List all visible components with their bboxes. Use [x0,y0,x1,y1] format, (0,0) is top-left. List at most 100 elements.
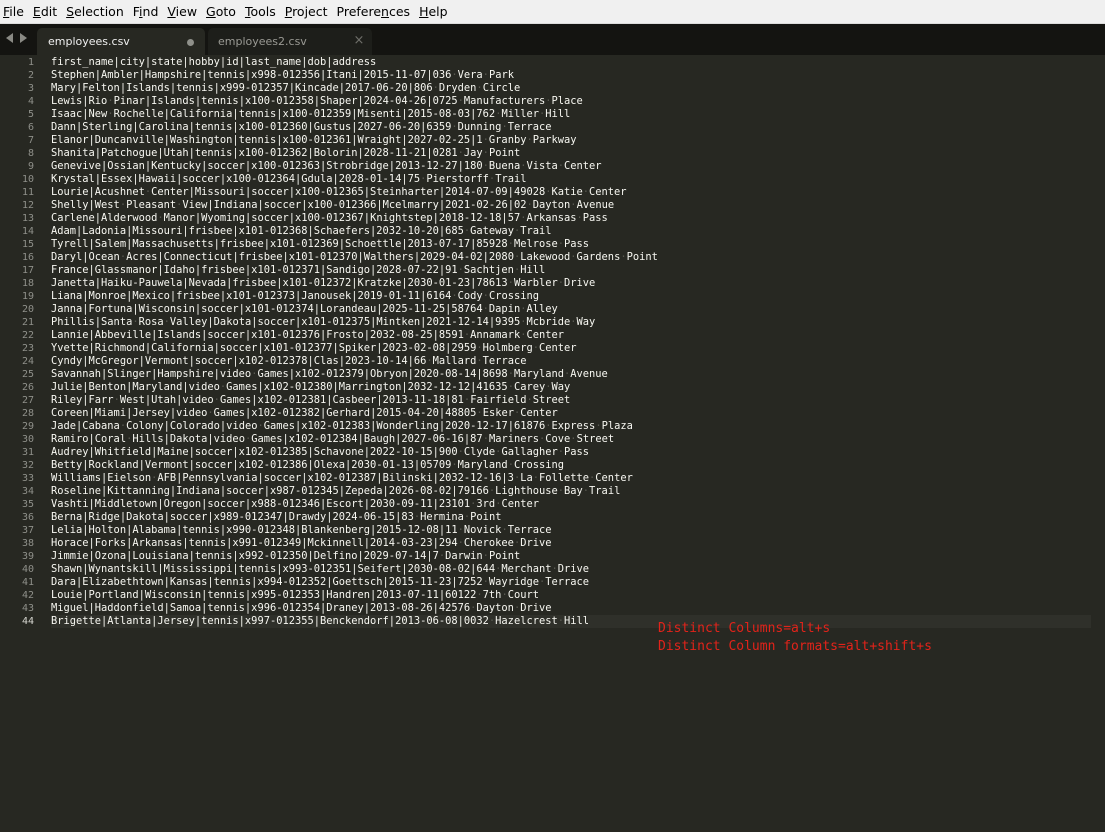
arrow-left-icon[interactable] [6,33,13,43]
line-number: 7 [27,135,34,146]
line-number: 10 [21,174,34,185]
line-number: 15 [21,239,34,250]
editor-pane[interactable]: 1 2 3 4 5 6 7 8 9 10 11 12 13 14 15 16 17 18 19 20 21 22 23 24 2… [0,55,1105,832]
line-number: 9 [27,161,34,172]
code-line[interactable]: Krystal|Essex|Hawaii|soccer|x100-012364|… [51,173,1091,186]
code-line[interactable]: Elanor|Duncanville|Washington|tennis|x10… [51,134,1091,147]
code-line[interactable]: Janetta|Haiku-Pauwela|Nevada|frisbee|x10… [51,277,1091,290]
line-number: 17 [21,265,34,276]
code-line[interactable]: Phillis|Santa·Rosa·Valley|Dakota|soccer|… [51,316,1091,329]
code-line[interactable]: Mary|Felton|Islands|tennis|x999-012357|K… [51,82,1091,95]
tab-employees-csv[interactable]: employees.csv [37,28,205,55]
line-number: 31 [21,447,34,458]
line-number: 20 [21,304,34,315]
code-line[interactable]: Coreen|Miami|Jersey|video·Games|x102-012… [51,407,1091,420]
line-number: 1 [27,57,34,68]
menu-help[interactable]: Help [415,0,453,23]
code-line[interactable]: Stephen|Ambler|Hampshire|tennis|x998-012… [51,69,1091,82]
line-number: 29 [21,421,34,432]
line-number: 2 [27,70,34,81]
code-line[interactable]: Williams|Eielson·AFB|Pennsylvania|soccer… [51,472,1091,485]
menu-project[interactable]: Project [281,0,333,23]
line-number: 36 [21,512,34,523]
code-line[interactable]: Shanita|Patchogue|Utah|tennis|x100-01236… [51,147,1091,160]
menu-edit[interactable]: Edit [29,0,62,23]
code-line[interactable]: Betty|Rockland|Vermont|soccer|x102-01238… [51,459,1091,472]
code-line[interactable]: Brigette|Atlanta|Jersey|tennis|x997-0123… [51,615,1091,628]
code-line[interactable]: Lannie|Abbeville|Islands|soccer|x101-012… [51,329,1091,342]
code-line[interactable]: Lewis|Rio·Pinar|Islands|tennis|x100-0123… [51,95,1091,108]
line-number: 42 [21,590,34,601]
code-line[interactable]: Yvette|Richmond|California|soccer|x101-0… [51,342,1091,355]
code-line[interactable]: Genevive|Ossian|Kentucky|soccer|x100-012… [51,160,1091,173]
code-line[interactable]: Jimmie|Ozona|Louisiana|tennis|x992-01235… [51,550,1091,563]
code-line[interactable]: Berna|Ridge|Dakota|soccer|x989-012347|Dr… [51,511,1091,524]
code-line[interactable]: Dann|Sterling|Carolina|tennis|x100-01236… [51,121,1091,134]
menu-tools[interactable]: Tools [241,0,281,23]
line-number: 39 [21,551,34,562]
line-number: 12 [21,200,34,211]
line-number: 30 [21,434,34,445]
code-line[interactable]: Audrey|Whitfield|Maine|soccer|x102-01238… [51,446,1091,459]
line-number: 44 [21,616,34,627]
line-number: 6 [27,122,34,133]
code-line[interactable]: Shelly|West·Pleasant·View|Indiana|soccer… [51,199,1091,212]
code-line[interactable]: Lourie|Acushnet·Center|Missouri|soccer|x… [51,186,1091,199]
annotation-distinct-columns: Distinct Columns=alt+s [658,621,831,636]
menu-selection[interactable]: Selection [62,0,129,23]
code-line[interactable]: Jade|Cabana·Colony|Colorado|video·Games|… [51,420,1091,433]
code-line[interactable]: Savannah|Slinger|Hampshire|video·Games|x… [51,368,1091,381]
line-number: 18 [21,278,34,289]
tab-bar: employees.csv employees2.csv × [0,24,1105,55]
menu-preferences[interactable]: Preferences [333,0,416,23]
line-number: 21 [21,317,34,328]
line-number: 22 [21,330,34,341]
code-line[interactable]: Cyndy|McGregor|Vermont|soccer|x102-01237… [51,355,1091,368]
code-line[interactable]: Tyrell|Salem|Massachusetts|frisbee|x101-… [51,238,1091,251]
code-area[interactable]: first_name|city|state|hobby|id|last_name… [51,56,1091,628]
code-line[interactable]: Horace|Forks|Arkansas|tennis|x991-012349… [51,537,1091,550]
code-line[interactable]: Ramiro|Coral·Hills|Dakota|video·Games|x1… [51,433,1091,446]
code-line[interactable]: Carlene|Alderwood·Manor|Wyoming|soccer|x… [51,212,1091,225]
tab-employees2-csv[interactable]: employees2.csv × [208,28,372,55]
line-number: 28 [21,408,34,419]
code-line[interactable]: Roseline|Kittanning|Indiana|soccer|x987-… [51,485,1091,498]
arrow-right-icon[interactable] [20,33,27,43]
line-number: 5 [27,109,34,120]
line-number: 26 [21,382,34,393]
line-number: 11 [21,187,34,198]
line-number: 23 [21,343,34,354]
line-number: 37 [21,525,34,536]
code-line[interactable]: Julie|Benton|Maryland|video·Games|x102-0… [51,381,1091,394]
menu-find[interactable]: Find [129,0,164,23]
code-line[interactable]: Isaac|New·Rochelle|California|tennis|x10… [51,108,1091,121]
code-line[interactable]: Dara|Elizabethtown|Kansas|tennis|x994-01… [51,576,1091,589]
tab-label: employees2.csv [218,35,307,48]
menu-view[interactable]: View [163,0,202,23]
code-line[interactable]: Shawn|Wynantskill|Mississippi|tennis|x99… [51,563,1091,576]
line-number: 38 [21,538,34,549]
code-line[interactable]: Miguel|Haddonfield|Samoa|tennis|x996-012… [51,602,1091,615]
menu-file[interactable]: File [0,0,29,23]
line-number-gutter: 1 2 3 4 5 6 7 8 9 10 11 12 13 14 15 16 17 18 19 20 21 22 23 24 2… [0,56,34,628]
menu-bar: File Edit Selection Find View Goto Tools Projec… [0,0,1105,24]
code-line[interactable]: Riley|Farr·West|Utah|video·Games|x102-01… [51,394,1091,407]
code-line[interactable]: Janna|Fortuna|Wisconsin|soccer|x101-0123… [51,303,1091,316]
code-line[interactable]: Daryl|Ocean·Acres|Connecticut|frisbee|x1… [51,251,1091,264]
code-line[interactable]: France|Glassmanor|Idaho|frisbee|x101-012… [51,264,1091,277]
code-line[interactable]: Louie|Portland|Wisconsin|tennis|x995-012… [51,589,1091,602]
code-line[interactable]: Adam|Ladonia|Missouri|frisbee|x101-01236… [51,225,1091,238]
menu-goto[interactable]: Goto [202,0,241,23]
code-line[interactable]: Liana|Monroe|Mexico|frisbee|x101-012373|… [51,290,1091,303]
line-number: 8 [27,148,34,159]
code-line[interactable]: Lelia|Holton|Alabama|tennis|x990-012348|… [51,524,1091,537]
line-number: 35 [21,499,34,510]
line-number: 24 [21,356,34,367]
line-number: 34 [21,486,34,497]
unsaved-dot-icon[interactable] [187,39,194,46]
code-line[interactable]: Vashti|Middletown|Oregon|soccer|x988-012… [51,498,1091,511]
line-number: 33 [21,473,34,484]
code-line[interactable]: first_name|city|state|hobby|id|last_name… [51,56,1091,69]
close-icon[interactable]: × [352,34,366,48]
tab-label: employees.csv [48,35,130,48]
